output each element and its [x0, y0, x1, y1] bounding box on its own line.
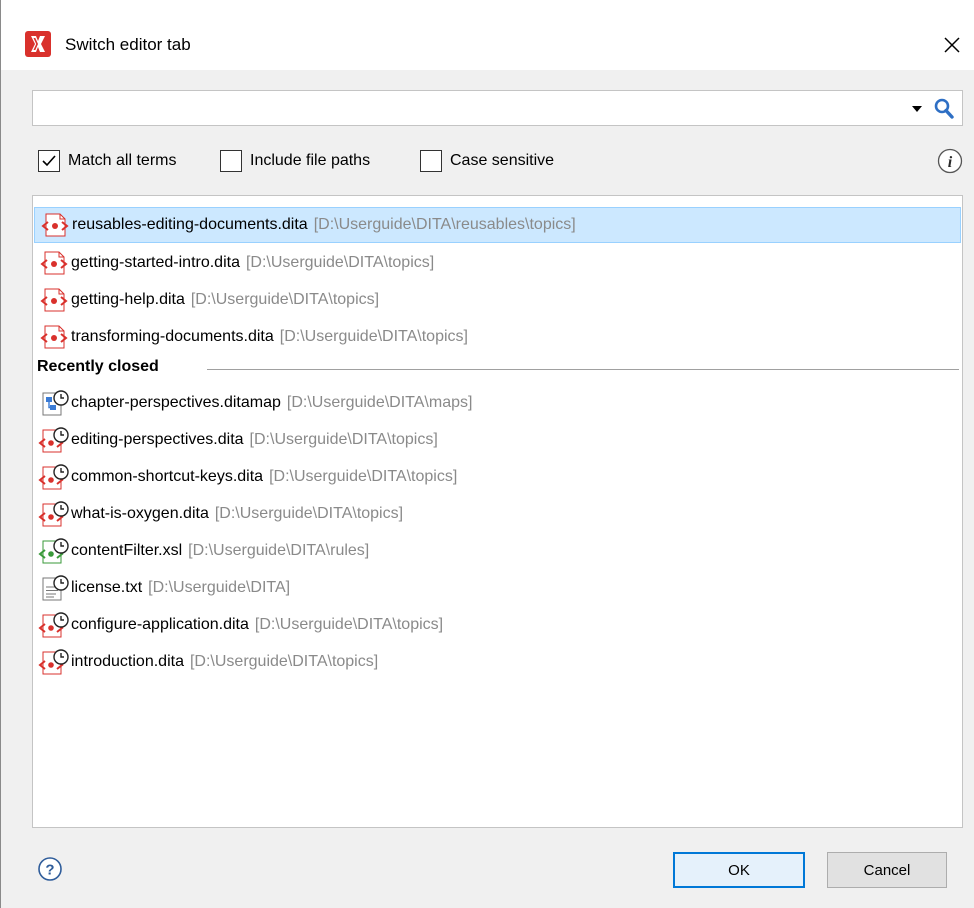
dialog-title: Switch editor tab [65, 35, 191, 54]
file-name: getting-help.dita [71, 291, 185, 308]
dropdown-arrow-icon[interactable] [909, 99, 925, 117]
checkmark-icon [42, 155, 56, 167]
title-bar: Switch editor tab [1, 6, 974, 70]
recent-file-row[interactable]: contentFilter.xsl [D:\Userguide\DITA\rul… [34, 533, 961, 569]
search-options: Match all terms Include file paths Case … [38, 147, 968, 175]
recent-file-row[interactable]: what-is-oxygen.dita [D:\Userguide\DITA\t… [34, 496, 961, 532]
section-divider [207, 369, 959, 370]
open-file-row[interactable]: getting-started-intro.dita [D:\Userguide… [34, 245, 961, 281]
file-name: license.txt [71, 579, 143, 596]
open-file-row[interactable]: transforming-documents.dita [D:\Userguid… [34, 319, 961, 355]
close-icon[interactable] [937, 30, 967, 60]
file-path: [D:\Userguide\DITA\topics] [269, 468, 458, 485]
file-name: configure-application.dita [71, 616, 249, 633]
search-combo[interactable] [32, 90, 963, 126]
dialog-window: Switch editor tab Match all terms Includ… [0, 0, 974, 908]
match-all-terms-label: Match all terms [68, 152, 177, 169]
file-name: editing-perspectives.dita [71, 431, 244, 448]
dita-recent-icon [38, 427, 69, 453]
file-path: [D:\Userguide\DITA\topics] [189, 653, 379, 670]
file-name: what-is-oxygen.dita [71, 505, 209, 522]
recent-file-row[interactable]: editing-perspectives.dita [D:\Userguide\… [34, 422, 961, 458]
dita-recent-icon [38, 612, 69, 638]
dita-topic-icon [41, 213, 69, 237]
file-path: [D:\Userguide\DITA\topics] [190, 291, 380, 308]
checkbox-box[interactable] [220, 150, 242, 172]
file-name: common-shortcut-keys.dita [71, 468, 264, 485]
file-name: transforming-documents.dita [71, 328, 274, 345]
file-list[interactable]: reusables-editing-documents.dita [D:\Use… [32, 195, 963, 828]
cancel-button[interactable]: Cancel [827, 852, 947, 888]
file-path: [D:\Userguide\DITA\rules] [188, 542, 370, 559]
dita-topic-icon [40, 325, 68, 349]
checkbox-box[interactable] [420, 150, 442, 172]
dita-recent-icon [38, 501, 69, 527]
info-icon[interactable]: i [936, 147, 964, 175]
file-path: [D:\Userguide\DITA] [148, 579, 291, 596]
svg-text:?: ? [45, 862, 54, 879]
dita-topic-icon [40, 251, 68, 275]
recently-closed-header: Recently closed [37, 355, 959, 383]
file-name: contentFilter.xsl [71, 542, 183, 559]
search-icon[interactable] [931, 96, 957, 122]
search-input[interactable] [37, 94, 897, 122]
file-path: [D:\Userguide\DITA\topics] [279, 328, 468, 345]
checkbox-box[interactable] [38, 150, 60, 172]
file-path: [D:\Userguide\DITA\topics] [249, 431, 438, 448]
recent-file-row[interactable]: license.txt [D:\Userguide\DITA] [34, 570, 961, 606]
help-icon[interactable]: ? [37, 856, 63, 882]
include-file-paths-label: Include file paths [250, 152, 371, 169]
case-sensitive-checkbox[interactable]: Case sensitive [420, 147, 554, 175]
svg-text:i: i [948, 154, 953, 171]
file-path: [D:\Userguide\DITA\topics] [254, 616, 444, 633]
file-name: reusables-editing-documents.dita [72, 216, 308, 233]
file-name: chapter-perspectives.ditamap [71, 394, 281, 411]
ditamap-recent-icon [42, 390, 69, 416]
recent-file-row[interactable]: introduction.dita [D:\Userguide\DITA\top… [34, 644, 961, 680]
file-name: getting-started-intro.dita [71, 254, 240, 271]
recent-file-row[interactable]: common-shortcut-keys.dita [D:\Userguide\… [34, 459, 961, 495]
text-recent-icon [42, 575, 69, 601]
dita-recent-icon [38, 464, 69, 490]
oxygen-app-icon [25, 31, 51, 57]
file-name: introduction.dita [71, 653, 184, 670]
xsl-recent-icon [38, 538, 69, 564]
file-path: [D:\Userguide\DITA\topics] [214, 505, 404, 522]
open-file-row[interactable]: getting-help.dita [D:\Userguide\DITA\top… [34, 282, 961, 318]
case-sensitive-label: Case sensitive [450, 152, 555, 169]
dita-recent-icon [38, 649, 69, 675]
ok-button[interactable]: OK [673, 852, 805, 888]
file-path: [D:\Userguide\DITA\topics] [245, 254, 435, 271]
include-file-paths-checkbox[interactable]: Include file paths [220, 147, 370, 175]
recent-file-row[interactable]: chapter-perspectives.ditamap [D:\Usergui… [34, 385, 961, 421]
file-path: [D:\Userguide\DITA\maps] [286, 394, 473, 411]
file-path: [D:\Userguide\DITA\reusables\topics] [313, 216, 576, 233]
dita-topic-icon [40, 288, 68, 312]
recently-closed-label: Recently closed [37, 358, 167, 376]
open-file-row[interactable]: reusables-editing-documents.dita [D:\Use… [34, 207, 961, 243]
match-all-terms-checkbox[interactable]: Match all terms [38, 147, 176, 175]
recent-file-row[interactable]: configure-application.dita [D:\Userguide… [34, 607, 961, 643]
